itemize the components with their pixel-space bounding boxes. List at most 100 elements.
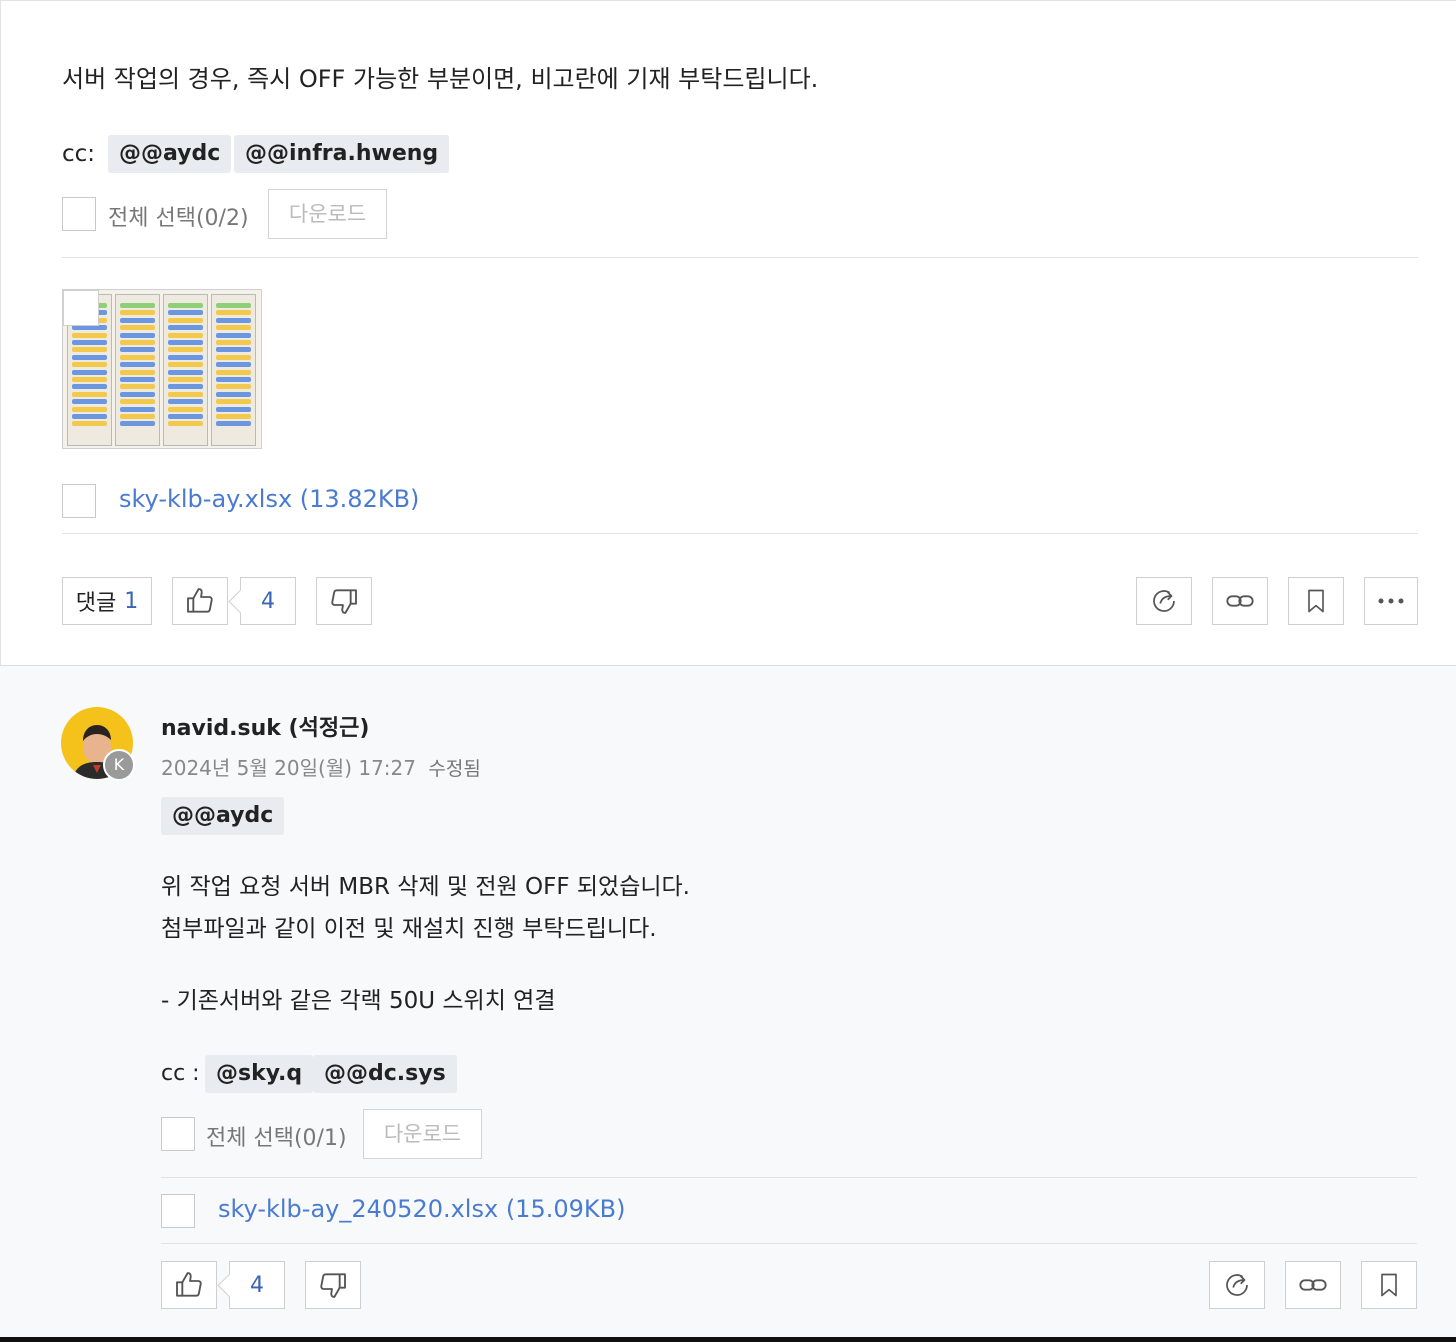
divider <box>62 257 1418 258</box>
thumbnail-bar <box>168 362 203 368</box>
cc-label: cc : <box>161 1061 200 1086</box>
select-all-label: 전체 선택(0/2) <box>108 206 249 231</box>
comment-line: - 기존서버와 같은 각랙 50U 스위치 연결 <box>161 988 556 1014</box>
thumbnail-bar <box>168 325 203 331</box>
mention-tag[interactable]: @sky.q <box>205 1055 314 1093</box>
thumbnail-bar <box>120 332 155 338</box>
divider <box>161 1243 1417 1244</box>
like-button[interactable] <box>172 577 228 625</box>
like-count[interactable]: 4 <box>240 577 296 625</box>
mention-tag[interactable]: @@aydc <box>108 135 232 173</box>
thumbnail-bar <box>168 414 203 419</box>
comment-line: 위 작업 요청 서버 MBR 삭제 및 전원 OFF 되었습니다. <box>161 874 690 900</box>
image-select-checkbox[interactable] <box>63 290 99 326</box>
thumbnail-bar <box>120 406 155 412</box>
thumbnail-bar <box>216 325 251 331</box>
thumbnail-bar <box>168 384 203 390</box>
thumbnail-bar <box>168 421 203 427</box>
divider <box>161 1177 1417 1178</box>
copy-link-button[interactable] <box>1212 577 1268 625</box>
comment-button[interactable]: 댓글 1 <box>62 577 152 625</box>
link-icon <box>1297 1269 1329 1301</box>
divider <box>1 0 1456 1</box>
thumbnail-bar <box>72 384 107 390</box>
window-bottom-edge <box>0 1337 1456 1342</box>
thumbnail-bar <box>120 384 155 390</box>
bookmark-icon <box>1302 586 1330 616</box>
thumbnail-bar <box>168 377 203 382</box>
dislike-icon <box>317 1269 349 1301</box>
thumbnail-bar <box>168 391 203 397</box>
share-icon <box>1149 586 1179 616</box>
thumbnail-bar <box>168 332 203 338</box>
thumbnail-bar <box>120 421 155 427</box>
thumbnail-bar <box>216 347 251 353</box>
thumbnail-bar <box>216 377 251 382</box>
thumbnail-bar <box>216 362 251 368</box>
cc-label: cc: <box>62 141 96 167</box>
link-icon <box>1224 585 1256 617</box>
copy-link-button[interactable] <box>1285 1261 1341 1309</box>
share-icon <box>1222 1270 1252 1300</box>
select-all-checkbox[interactable] <box>161 1117 195 1151</box>
thumbnail-bar <box>216 332 251 338</box>
comment-author[interactable]: navid.suk (석정근) <box>161 710 369 742</box>
dislike-button[interactable] <box>316 577 372 625</box>
more-options-button[interactable] <box>1364 577 1418 625</box>
avatar-badge: K <box>103 749 135 781</box>
thumbnail-bar <box>168 399 203 405</box>
thumbnail-bar <box>72 414 107 419</box>
file-checkbox[interactable] <box>161 1194 195 1228</box>
thumbnail-bar <box>168 317 203 323</box>
thumbnail-bar <box>120 354 155 360</box>
thumbnail-bar <box>72 406 107 412</box>
dislike-icon <box>328 585 360 617</box>
bookmark-button[interactable] <box>1361 1261 1417 1309</box>
download-button[interactable]: 다운로드 <box>268 189 387 239</box>
mention-tag[interactable]: @@dc.sys <box>313 1055 457 1093</box>
mention-tag[interactable]: @@infra.hweng <box>234 135 450 173</box>
thumbnail-bar <box>72 369 107 375</box>
file-attachment-link[interactable]: sky-klb-ay_240520.xlsx (15.09KB) <box>218 1195 625 1223</box>
share-button[interactable] <box>1209 1261 1265 1309</box>
thumbnail-bar <box>216 303 251 308</box>
thumbnail-bar <box>216 340 251 345</box>
select-all-checkbox[interactable] <box>62 197 96 231</box>
thumbnail-bar <box>216 391 251 397</box>
like-button[interactable] <box>161 1261 217 1309</box>
divider <box>62 533 1418 534</box>
thumbnail-bar <box>168 347 203 353</box>
mention-tag[interactable]: @@aydc <box>161 797 285 835</box>
thumbnail-bar <box>120 347 155 353</box>
comment-timestamp: 2024년 5월 20일(월) 17:27 수정됨 <box>161 752 481 781</box>
thumbnail-bar <box>72 391 107 397</box>
thumbnail-bar <box>120 317 155 323</box>
post-body-text: 서버 작업의 경우, 즉시 OFF 가능한 부분이면, 비고란에 기재 부탁드립… <box>62 65 819 93</box>
thumbnail-bar <box>72 354 107 360</box>
thumbnail-bar <box>72 421 107 427</box>
dislike-button[interactable] <box>305 1261 361 1309</box>
select-all-label: 전체 선택(0/1) <box>206 1126 347 1151</box>
bookmark-button[interactable] <box>1288 577 1344 625</box>
timestamp: 2024년 5월 20일(월) 17:27 <box>161 756 416 780</box>
thumbnail-bar <box>216 317 251 323</box>
thumbnail-bar <box>72 347 107 353</box>
download-button[interactable]: 다운로드 <box>363 1109 482 1159</box>
thumbnail-bar <box>120 377 155 382</box>
thumbnail-bar <box>72 340 107 345</box>
bookmark-icon <box>1375 1270 1403 1300</box>
thumbnail-bar <box>120 414 155 419</box>
file-checkbox[interactable] <box>62 484 96 518</box>
thumbnail-bar <box>120 369 155 375</box>
file-attachment-link[interactable]: sky-klb-ay.xlsx (13.82KB) <box>119 485 419 513</box>
thumbnail-bar <box>216 310 251 316</box>
thumbnail-bar <box>72 399 107 405</box>
comment-label: 댓글 <box>75 591 117 616</box>
comment-count: 1 <box>124 588 139 614</box>
thumbnail-bar <box>120 391 155 397</box>
like-count[interactable]: 4 <box>229 1261 285 1309</box>
thumbnail-bar <box>72 332 107 338</box>
more-icon <box>1376 596 1406 606</box>
thumbnail-bar <box>120 340 155 345</box>
share-button[interactable] <box>1136 577 1192 625</box>
